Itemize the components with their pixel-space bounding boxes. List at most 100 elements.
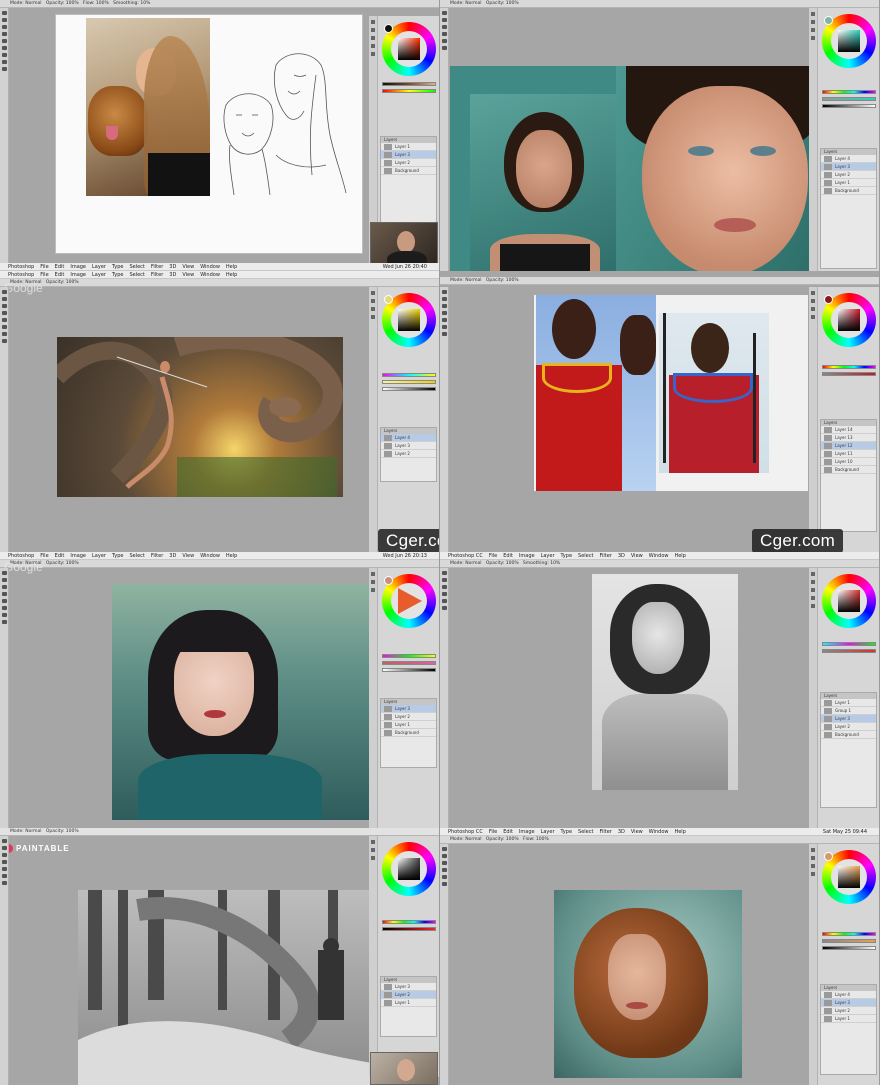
tools-panel[interactable] [440, 8, 449, 271]
menu-file[interactable]: File [40, 553, 48, 559]
smudge-tool-icon[interactable] [1, 46, 7, 50]
menubar[interactable]: Photoshop File Edit Image Layer Type Select Fil… [0, 552, 439, 560]
menubar[interactable]: Photoshop File Edit Image Layer Type Select Fil… [0, 271, 439, 279]
layers-panel[interactable]: Layers Layer 4 Layer 3 Layer 2 Layer 1 [820, 984, 877, 1075]
foreground-swatch[interactable] [384, 24, 393, 33]
dock-icon-strip[interactable] [369, 568, 378, 828]
hue-slider[interactable] [382, 373, 436, 377]
layer-row[interactable]: Layer 11 [821, 450, 876, 458]
light-slider[interactable] [822, 104, 876, 108]
document-canvas[interactable] [534, 295, 808, 491]
menu-photoshop[interactable]: Photoshop [8, 553, 34, 559]
layer-row[interactable]: Background [821, 187, 876, 195]
layer-row[interactable]: Layer 2 [821, 171, 876, 179]
menubar[interactable]: Photoshop CC File Edit Image Layer Type Select… [440, 828, 879, 836]
document-canvas[interactable] [592, 574, 738, 790]
menu-view[interactable]: View [631, 553, 643, 559]
menu-image[interactable]: Image [70, 264, 86, 270]
menu-3d[interactable]: 3D [169, 272, 176, 278]
document-canvas[interactable] [112, 584, 370, 820]
sat-slider[interactable] [822, 372, 876, 376]
layer-row[interactable]: Layer 3 [821, 163, 876, 171]
color-sliders[interactable] [382, 82, 436, 96]
menu-type[interactable]: Type [561, 829, 572, 835]
layer-row[interactable]: Layer 3 [381, 705, 436, 713]
foreground-swatch[interactable] [824, 852, 833, 861]
menu-3d[interactable]: 3D [618, 553, 625, 559]
document-canvas[interactable] [57, 337, 343, 497]
layer-row[interactable]: Layer 12 [821, 442, 876, 450]
layer-row[interactable]: Layer 3 [821, 999, 876, 1007]
hue-slider[interactable] [822, 365, 876, 369]
menu-file[interactable]: File [40, 272, 48, 278]
eraser-tool-icon[interactable] [1, 39, 7, 43]
layer-row[interactable]: Layer 1 [381, 721, 436, 729]
menu-view[interactable]: View [182, 553, 194, 559]
hue-slider[interactable] [822, 90, 876, 94]
document-canvas[interactable] [55, 14, 363, 254]
menu-layer[interactable]: Layer [92, 553, 106, 559]
menu-window[interactable]: Window [649, 553, 669, 559]
menu-help[interactable]: Help [226, 272, 237, 278]
menu-select[interactable]: Select [129, 264, 144, 270]
color-wheel-icon[interactable] [382, 293, 436, 347]
layers-panel[interactable]: Layers Layer 3 Layer 2 Layer 1 Backgroun… [380, 698, 437, 768]
color-sliders[interactable] [822, 932, 876, 953]
menu-select[interactable]: Select [129, 553, 144, 559]
layer-row[interactable]: Layer 3 [381, 442, 436, 450]
color-wheel-icon[interactable] [822, 14, 876, 68]
color-wheel-icon[interactable] [822, 574, 876, 628]
zoom-tool-icon[interactable] [1, 67, 7, 71]
hue-slider[interactable] [382, 89, 436, 93]
menu-type[interactable]: Type [112, 264, 123, 270]
dock-icon-strip[interactable] [809, 844, 818, 1085]
menu-filter[interactable]: Filter [151, 264, 163, 270]
menu-window[interactable]: Window [200, 553, 220, 559]
layer-row[interactable]: Layer 2 [821, 1007, 876, 1015]
menu-window[interactable]: Window [200, 264, 220, 270]
menu-type[interactable]: Type [561, 553, 572, 559]
menu-select[interactable]: Select [578, 829, 593, 835]
light-slider[interactable] [382, 387, 436, 391]
tools-panel[interactable] [0, 836, 9, 1085]
menu-layer[interactable]: Layer [92, 264, 106, 270]
layer-row[interactable]: Background [381, 729, 436, 737]
light-slider[interactable] [822, 946, 876, 950]
layers-panel[interactable]: Layers Layer 4 Layer 3 Layer 2 Layer 1 B… [820, 148, 877, 269]
dock-icon-strip[interactable] [369, 836, 378, 1077]
layer-row[interactable]: Layer 2 [381, 159, 436, 167]
text-tool-icon[interactable] [1, 53, 7, 57]
menu-help[interactable]: Help [226, 264, 237, 270]
hand-tool-icon[interactable] [1, 60, 7, 64]
layer-row[interactable]: Layer 3 [381, 151, 436, 159]
menu-view[interactable]: View [182, 272, 194, 278]
menu-help[interactable]: Help [674, 829, 685, 835]
document-canvas[interactable] [78, 890, 382, 1085]
color-sliders[interactable] [382, 373, 436, 394]
dock-icon-strip[interactable] [809, 568, 818, 828]
dock-icon-strip[interactable] [809, 8, 818, 271]
layers-panel[interactable]: Layers Layer 1 Group 1 Layer 3 Layer 2 B… [820, 692, 877, 808]
layer-row[interactable]: Layer 4 [381, 434, 436, 442]
sat-slider[interactable] [822, 649, 876, 653]
tools-panel[interactable] [0, 568, 9, 828]
tools-panel[interactable] [0, 287, 9, 552]
menu-file[interactable]: File [489, 829, 497, 835]
layer-row[interactable]: Layer 2 [381, 991, 436, 999]
brush-tool-icon[interactable] [1, 32, 7, 36]
hue-slider[interactable] [382, 654, 436, 658]
foreground-swatch[interactable] [824, 16, 833, 25]
menu-help[interactable]: Help [674, 553, 685, 559]
menu-edit[interactable]: Edit [503, 553, 513, 559]
menu-window[interactable]: Window [649, 829, 669, 835]
sat-slider[interactable] [822, 939, 876, 943]
menubar[interactable]: Photoshop CC File Edit Image Layer Type Select… [440, 552, 879, 560]
layers-panel[interactable]: Layers Layer 4 Layer 3 Layer 2 [380, 427, 437, 482]
sat-slider[interactable] [382, 661, 436, 665]
layers-panel[interactable]: Layers Layer 14 Layer 13 Layer 12 Layer … [820, 419, 877, 532]
menu-select[interactable]: Select [578, 553, 593, 559]
layer-row[interactable]: Layer 14 [821, 426, 876, 434]
layer-row[interactable]: Group 1 [821, 707, 876, 715]
menu-help[interactable]: Help [226, 553, 237, 559]
document-canvas[interactable] [554, 890, 742, 1078]
